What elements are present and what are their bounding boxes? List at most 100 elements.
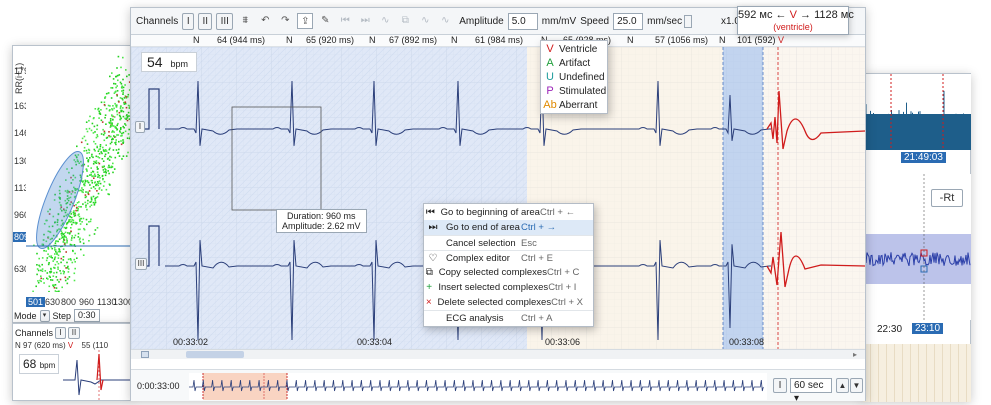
trend-time-left: 22:30 (877, 324, 902, 335)
legend-item-ventricle[interactable]: VVentricle (541, 42, 607, 56)
beat-type: N (193, 35, 200, 45)
time-label: 00:33:06 (545, 337, 580, 347)
ecg-viewer-window: Channels I II III ⩩ ↶ ↷ ⇪ ✎ ⏮ ⏭ ∿ ⧉ ∿ ∿ … (130, 7, 866, 401)
scatter-x-tick: 800 (61, 297, 76, 307)
legend-item-aberrant[interactable]: AbAberrant (541, 98, 607, 112)
lead-label-i[interactable]: I (135, 121, 145, 133)
mini-channel-button-i[interactable]: I (55, 327, 66, 339)
undo-icon[interactable]: ↶ (257, 13, 273, 29)
menu-item-copy-complexes[interactable]: ⧉Copy selected complexesCtrl + C (424, 265, 593, 280)
overview-time: 0:00:33:00 (137, 381, 180, 391)
scrollbar-right-arrow[interactable]: ▸ (853, 350, 857, 359)
horizontal-scrollbar[interactable]: ▸ (131, 349, 865, 359)
beat-interval: 65 (920 ms) (306, 35, 354, 45)
export-icon[interactable]: ⇪ (297, 13, 313, 29)
go-to-beginning-icon[interactable]: ⏮ (337, 13, 353, 29)
zoom-slider[interactable] (684, 15, 692, 28)
measurement-duration: Duration: 960 ms (282, 211, 361, 221)
insert-complexes-icon: + (424, 282, 434, 293)
overview-scroll-down[interactable]: ▼ (850, 378, 863, 393)
legend-item-stimulated[interactable]: PStimulated (541, 84, 607, 98)
beat-interval: 101 (592) (737, 35, 776, 45)
go-to-end-icon: ⏭ (424, 222, 442, 233)
trend-chart-top[interactable] (863, 74, 971, 150)
filter-off-icon[interactable]: ⩩ (237, 13, 253, 29)
copy-complex-icon[interactable]: ⧉ (397, 13, 413, 29)
overview-scroll-up[interactable]: ▲ (836, 378, 849, 393)
mini-channel-button-ii[interactable]: II (68, 327, 80, 339)
rr-scatter-plot[interactable] (26, 50, 132, 292)
scatter-x-current: 501 (26, 297, 45, 307)
menu-item-complex-editor[interactable]: ♡Complex editorCtrl + E (424, 250, 593, 265)
beat-interval: 57 (1056 ms) (655, 35, 708, 45)
mode-button[interactable]: ▾ (40, 310, 50, 322)
beat-interval: 67 (892 ms) (389, 35, 437, 45)
delete-complex-icon[interactable]: ∿ (417, 13, 433, 29)
rt-button[interactable]: -Rt (931, 189, 963, 207)
ecg-analysis-icon[interactable]: ∿ (437, 13, 453, 29)
beat-type: N (627, 35, 634, 45)
mini-channels-label: Channels (15, 328, 53, 338)
menu-item-delete-complexes[interactable]: ×Delete selected complexesCtrl + X (424, 295, 593, 310)
amplitude-select[interactable]: 5.0 (508, 13, 538, 30)
copy-complexes-icon: ⧉ (424, 267, 435, 278)
beat-type-ventricle: V (778, 35, 784, 45)
beat-type: N (369, 35, 376, 45)
redo-icon[interactable]: ↷ (277, 13, 293, 29)
overview-lead-select[interactable]: I (773, 378, 787, 393)
mode-label: Mode (14, 311, 37, 321)
context-menu: ⏮Go to beginning of areaCtrl + ← ⏭Go to … (423, 203, 594, 327)
beat-type: N (286, 35, 293, 45)
arrow-left-icon: ← (776, 9, 787, 21)
overview-trace[interactable] (189, 373, 767, 400)
measurement-amplitude: Amplitude: 2.62 mV (282, 221, 361, 231)
trend-panel: 21:49:03 -Rt 22:30 23:10 (862, 73, 971, 401)
beat-interval: 61 (984 ms) (475, 35, 523, 45)
menu-item-go-to-beginning[interactable]: ⏮Go to beginning of areaCtrl + ← (424, 205, 593, 220)
go-to-end-icon[interactable]: ⏭ (357, 13, 373, 29)
bpm-value: 54 (147, 54, 163, 70)
scrollbar-thumb[interactable] (186, 351, 244, 358)
measurement-tooltip: Duration: 960 ms Amplitude: 2.62 mV (276, 209, 367, 233)
beat-label-row: N 64 (944 ms) N 65 (920 ms) N 67 (892 ms… (131, 35, 865, 47)
amplitude-label: Amplitude (459, 16, 503, 27)
rr-interval-right: 1128 мс (814, 9, 854, 21)
channels-label: Channels (136, 16, 178, 27)
channel-button-i[interactable]: I (182, 13, 194, 30)
overview-bar: 0:00:33:00 I 60 sec ▾ ▲ ▼ (131, 369, 865, 401)
trend-strip (863, 344, 971, 402)
scatter-x-tick: 960 (79, 297, 94, 307)
mini-header-extra: 55 (110 (82, 341, 109, 350)
channel-button-ii[interactable]: II (198, 13, 212, 30)
speed-label: Speed (580, 16, 609, 27)
beat-interval: 64 (944 ms) (217, 35, 265, 45)
step-select[interactable]: 0:30 (74, 309, 100, 322)
trend-time-right: 23:10 (912, 323, 943, 334)
trend-time-top: 21:49:03 (901, 152, 946, 163)
mini-header-text: N 97 (620 ms) (15, 341, 66, 350)
menu-item-cancel-selection[interactable]: Cancel selectionEsc (424, 235, 593, 250)
edit-icon[interactable]: ✎ (317, 13, 333, 29)
beat-type: N (719, 35, 726, 45)
mini-header-marker: V (68, 341, 73, 350)
rr-interval-marker: V (790, 9, 797, 21)
scrollbar-left-arrow[interactable] (141, 351, 149, 358)
overview-span-select[interactable]: 60 sec ▾ (790, 378, 832, 393)
mini-ecg-trace[interactable] (13, 350, 131, 400)
menu-item-go-to-end[interactable]: ⏭Go to end of areaCtrl + → (424, 220, 593, 235)
go-to-beginning-icon: ⏮ (424, 207, 437, 218)
rr-interval-popup: 592 мс ← V → 1128 мс (ventricle) (737, 6, 849, 35)
mini-ecg-panel: Channels I II N 97 (620 ms) V 55 (110 68… (12, 323, 132, 401)
insert-complex-icon[interactable]: ∿ (377, 13, 393, 29)
bpm-unit: bpm (170, 59, 188, 69)
lead-label-iii[interactable]: III (135, 258, 147, 270)
bpm-box: 54 bpm (141, 52, 197, 72)
complex-editor-icon: ♡ (424, 253, 442, 264)
menu-item-insert-complexes[interactable]: +Insert selected complexesCtrl + I (424, 280, 593, 295)
legend-item-undefined[interactable]: UUndefined (541, 70, 607, 84)
speed-select[interactable]: 25.0 (613, 13, 643, 30)
legend-item-artifact[interactable]: AArtifact (541, 56, 607, 70)
menu-item-ecg-analysis[interactable]: ECG analysisCtrl + A (424, 310, 593, 325)
channel-button-iii[interactable]: III (216, 13, 233, 30)
scatter-x-tick: 630 (45, 297, 60, 307)
